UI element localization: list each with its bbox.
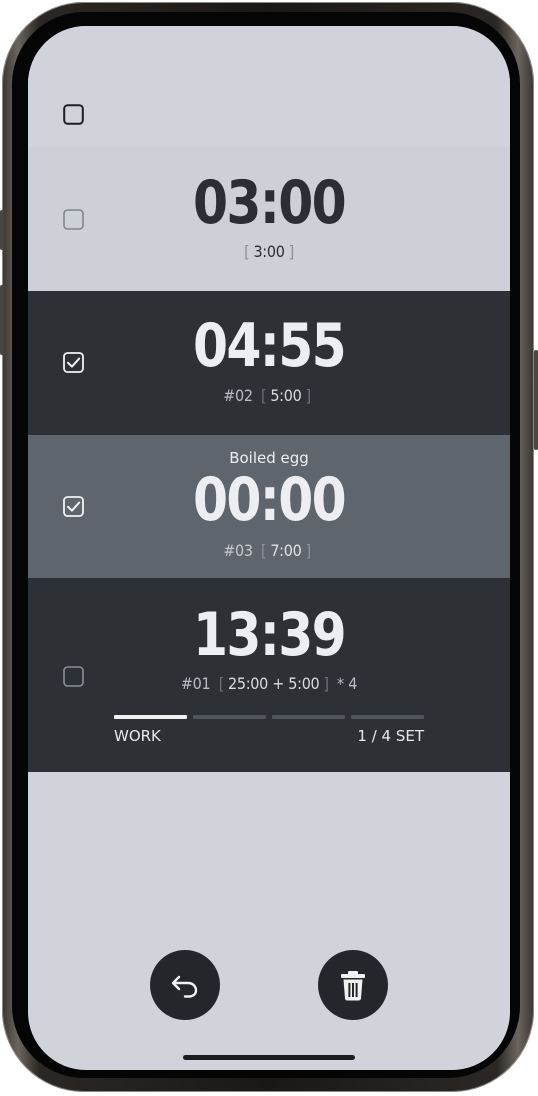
timer-duration: 25:00 + 5:00 bbox=[228, 674, 320, 693]
header bbox=[28, 26, 510, 146]
timer-index: #01 bbox=[180, 674, 211, 693]
trash-icon bbox=[341, 971, 365, 1001]
home-indicator[interactable] bbox=[183, 1055, 355, 1060]
set-progress-segment bbox=[114, 715, 187, 719]
app-screen: 03:00 [3:00] 04:55 #02 [5:00] Boiled egg… bbox=[28, 26, 510, 1070]
undo-icon bbox=[171, 975, 198, 998]
bracket-close: ] bbox=[288, 242, 295, 261]
undo-button[interactable] bbox=[150, 950, 220, 1020]
timer-details: #01 [25:00 + 5:00] * 4 bbox=[28, 674, 510, 693]
bracket-open: [ bbox=[218, 674, 225, 693]
bracket-open: [ bbox=[260, 386, 267, 405]
timer-duration: 7:00 bbox=[270, 541, 302, 560]
timer-index: #03 bbox=[223, 541, 253, 560]
timer-time: 00:00 bbox=[192, 465, 347, 535]
timer-row[interactable]: 04:55 #02 [5:00] bbox=[28, 291, 510, 435]
timer-details: #02 [5:00] bbox=[28, 386, 510, 405]
timer-details: [3:00] bbox=[28, 242, 510, 261]
bracket-open: [ bbox=[260, 541, 267, 560]
timer-row[interactable]: 03:00 [3:00] bbox=[28, 146, 510, 291]
timer-duration: 5:00 bbox=[270, 386, 302, 405]
bracket-close: ] bbox=[305, 386, 311, 405]
bracket-open: [ bbox=[244, 242, 250, 261]
set-counter: 1 / 4 SET bbox=[357, 727, 424, 745]
side-button-right bbox=[534, 350, 538, 450]
timer-duration: 3:00 bbox=[253, 242, 285, 261]
set-progress-segment bbox=[351, 715, 424, 719]
set-progress-segment bbox=[272, 715, 345, 719]
timer-time: 04:55 bbox=[192, 311, 347, 381]
bracket-close: ] bbox=[305, 541, 311, 560]
select-all-checkbox[interactable] bbox=[63, 104, 84, 125]
timer-time: 13:39 bbox=[192, 600, 347, 670]
checkbox-icon bbox=[63, 104, 84, 125]
timer-row[interactable]: Boiled egg 00:00 #03 [7:00] bbox=[28, 435, 510, 578]
set-progress-segment bbox=[193, 715, 266, 719]
delete-button[interactable] bbox=[318, 950, 388, 1020]
timer-repeat: * 4 bbox=[337, 674, 358, 693]
bracket-close: ] bbox=[323, 674, 329, 693]
side-button-left bbox=[0, 210, 4, 250]
phase-label: WORK bbox=[114, 727, 161, 745]
timer-row[interactable]: 13:39 #01 [25:00 + 5:00] * 4 bbox=[28, 578, 510, 772]
side-button-left bbox=[0, 285, 4, 355]
timer-index: #02 bbox=[223, 386, 253, 405]
timer-time: 03:00 bbox=[192, 168, 347, 238]
timer-details: #03 [7:00] bbox=[28, 541, 510, 560]
